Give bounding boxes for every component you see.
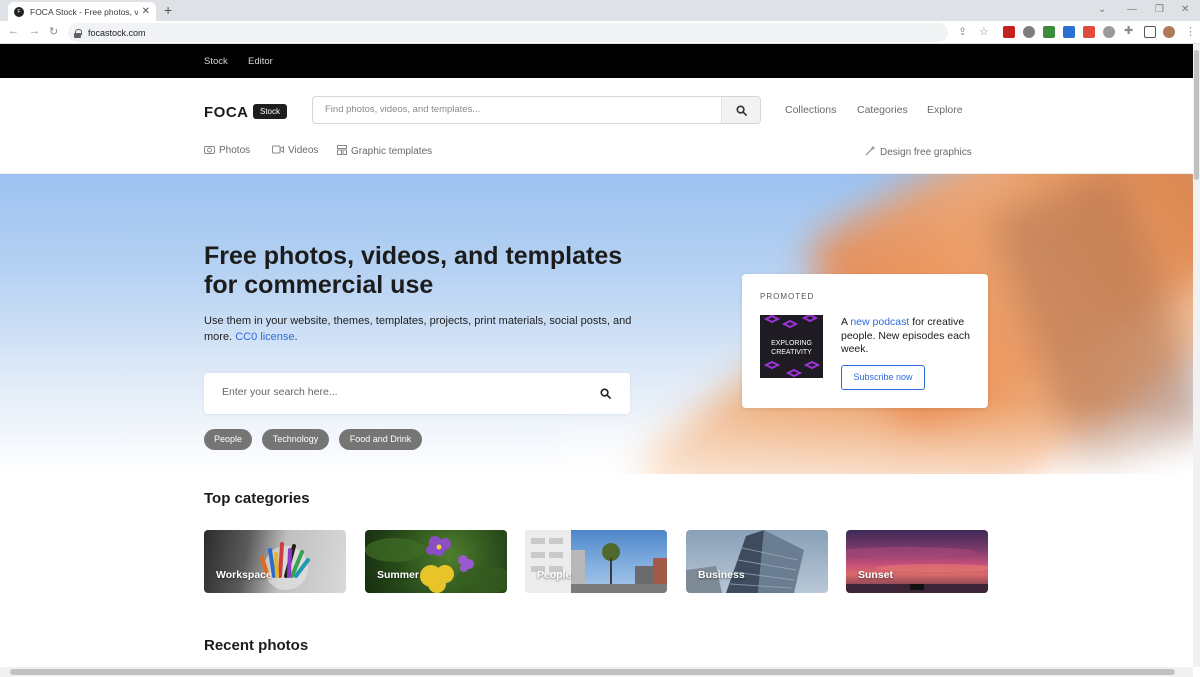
promoted-card: PROMOTED EXPLORING CREATIVITY A new podc… xyxy=(742,274,988,408)
bookmark-star-icon[interactable]: ☆ xyxy=(979,25,989,38)
new-tab-icon[interactable]: + xyxy=(164,3,172,17)
extension-icon[interactable] xyxy=(1083,26,1095,38)
category-sunset[interactable]: Sunset xyxy=(846,530,988,593)
category-business-label: Business xyxy=(698,569,745,581)
category-workspace-label: Workspace xyxy=(216,569,272,581)
extension-icon[interactable] xyxy=(1023,26,1035,38)
chip-food-and-drink[interactable]: Food and Drink xyxy=(339,429,422,450)
subnav-videos[interactable]: Videos xyxy=(272,145,318,156)
podcast-cover-image[interactable]: EXPLORING CREATIVITY xyxy=(760,315,823,378)
top-categories-title: Top categories xyxy=(204,490,310,507)
hero-search-input[interactable] xyxy=(222,386,582,398)
recent-photos-title: Recent photos xyxy=(204,637,309,654)
address-bar-row: ← → ↻ focastock.com ⇪ ☆ ✚ ⋮ xyxy=(0,21,1200,44)
nav-explore[interactable]: Explore xyxy=(927,104,963,116)
promo-text: A new podcast for creative people. New e… xyxy=(841,316,976,357)
category-people-label: People xyxy=(537,569,572,581)
design-free-graphics-label: Design free graphics xyxy=(880,147,972,158)
promo-text-prefix: A xyxy=(841,316,851,328)
subnav-graphic-templates[interactable]: Graphic templates xyxy=(337,145,432,157)
profile-avatar[interactable] xyxy=(1163,26,1175,38)
topbar-link-editor[interactable]: Editor xyxy=(248,56,273,67)
chip-people[interactable]: People xyxy=(204,429,252,450)
category-people[interactable]: People xyxy=(525,530,667,593)
chip-technology[interactable]: Technology xyxy=(262,429,329,450)
category-summer-label: Summer xyxy=(377,569,420,581)
extension-icon[interactable] xyxy=(1063,26,1075,38)
browser-tab-strip: F FOCA Stock - Free photos, video ✕ + ⌄ … xyxy=(0,0,1200,21)
camera-icon xyxy=(204,146,215,154)
template-icon xyxy=(337,145,347,155)
side-panel-icon[interactable] xyxy=(1144,26,1156,38)
minimize-icon[interactable]: — xyxy=(1127,4,1137,15)
horizontal-scrollbar-thumb[interactable] xyxy=(10,669,1175,675)
sparkle-icon xyxy=(865,145,876,156)
nav-collections[interactable]: Collections xyxy=(785,104,836,116)
header-search-button[interactable] xyxy=(721,97,760,123)
url-field[interactable]: focastock.com xyxy=(68,23,948,42)
extension-icon[interactable] xyxy=(1103,26,1115,38)
stock-badge: Stock xyxy=(253,104,287,119)
tab-title: FOCA Stock - Free photos, video xyxy=(30,6,138,17)
browser-tab[interactable]: F FOCA Stock - Free photos, video ✕ xyxy=(8,2,156,21)
new-podcast-link[interactable]: new podcast xyxy=(850,316,909,328)
tab-search-icon[interactable]: ⌄ xyxy=(1098,4,1106,15)
category-business[interactable]: Business xyxy=(686,530,828,593)
hero-lead: Use them in your website, themes, templa… xyxy=(204,313,634,345)
search-icon xyxy=(736,105,747,116)
cc0-license-link[interactable]: CC0 license xyxy=(235,331,294,343)
category-sunset-label: Sunset xyxy=(858,569,894,581)
site-top-bar: Stock Editor xyxy=(0,44,1193,78)
hero-lead-period: . xyxy=(294,331,298,343)
subnav-graphic-templates-label: Graphic templates xyxy=(351,146,433,157)
hero-title: Free photos, videos, and templates for c… xyxy=(204,242,623,299)
topbar-link-stock[interactable]: Stock xyxy=(204,56,228,67)
share-icon[interactable]: ⇪ xyxy=(958,25,967,38)
close-tab-icon[interactable]: ✕ xyxy=(142,6,150,17)
category-workspace[interactable]: Workspace xyxy=(204,530,346,593)
header-search-input[interactable] xyxy=(325,104,715,115)
subscribe-now-button[interactable]: Subscribe now xyxy=(841,365,925,390)
design-free-graphics-link[interactable]: Design free graphics xyxy=(865,145,972,158)
gmail-extension-icon[interactable] xyxy=(1003,26,1015,38)
reload-icon[interactable]: ↻ xyxy=(49,25,58,38)
nav-categories[interactable]: Categories xyxy=(857,104,908,116)
close-window-icon[interactable]: ✕ xyxy=(1181,4,1189,15)
search-icon[interactable] xyxy=(600,388,611,399)
hero-search xyxy=(204,373,630,414)
subnav-photos[interactable]: Photos xyxy=(204,145,250,156)
category-summer[interactable]: Summer xyxy=(365,530,507,593)
promoted-label: PROMOTED xyxy=(760,292,815,301)
vertical-scrollbar-thumb[interactable] xyxy=(1194,50,1199,180)
extensions-puzzle-icon[interactable]: ✚ xyxy=(1124,24,1133,37)
subnav-photos-label: Photos xyxy=(219,145,251,156)
lock-icon xyxy=(74,28,82,38)
subnav-videos-label: Videos xyxy=(288,145,319,156)
extension-icon[interactable] xyxy=(1043,26,1055,38)
foca-logo[interactable]: FOCA xyxy=(204,104,249,121)
site-favicon-icon: F xyxy=(14,6,24,17)
url-text: focastock.com xyxy=(88,27,146,38)
back-icon[interactable]: ← xyxy=(8,25,19,37)
restore-icon[interactable]: ❐ xyxy=(1155,4,1164,15)
browser-menu-icon[interactable]: ⋮ xyxy=(1185,25,1196,38)
video-icon xyxy=(272,145,284,154)
header-search xyxy=(312,96,761,124)
forward-icon[interactable]: → xyxy=(29,25,40,37)
